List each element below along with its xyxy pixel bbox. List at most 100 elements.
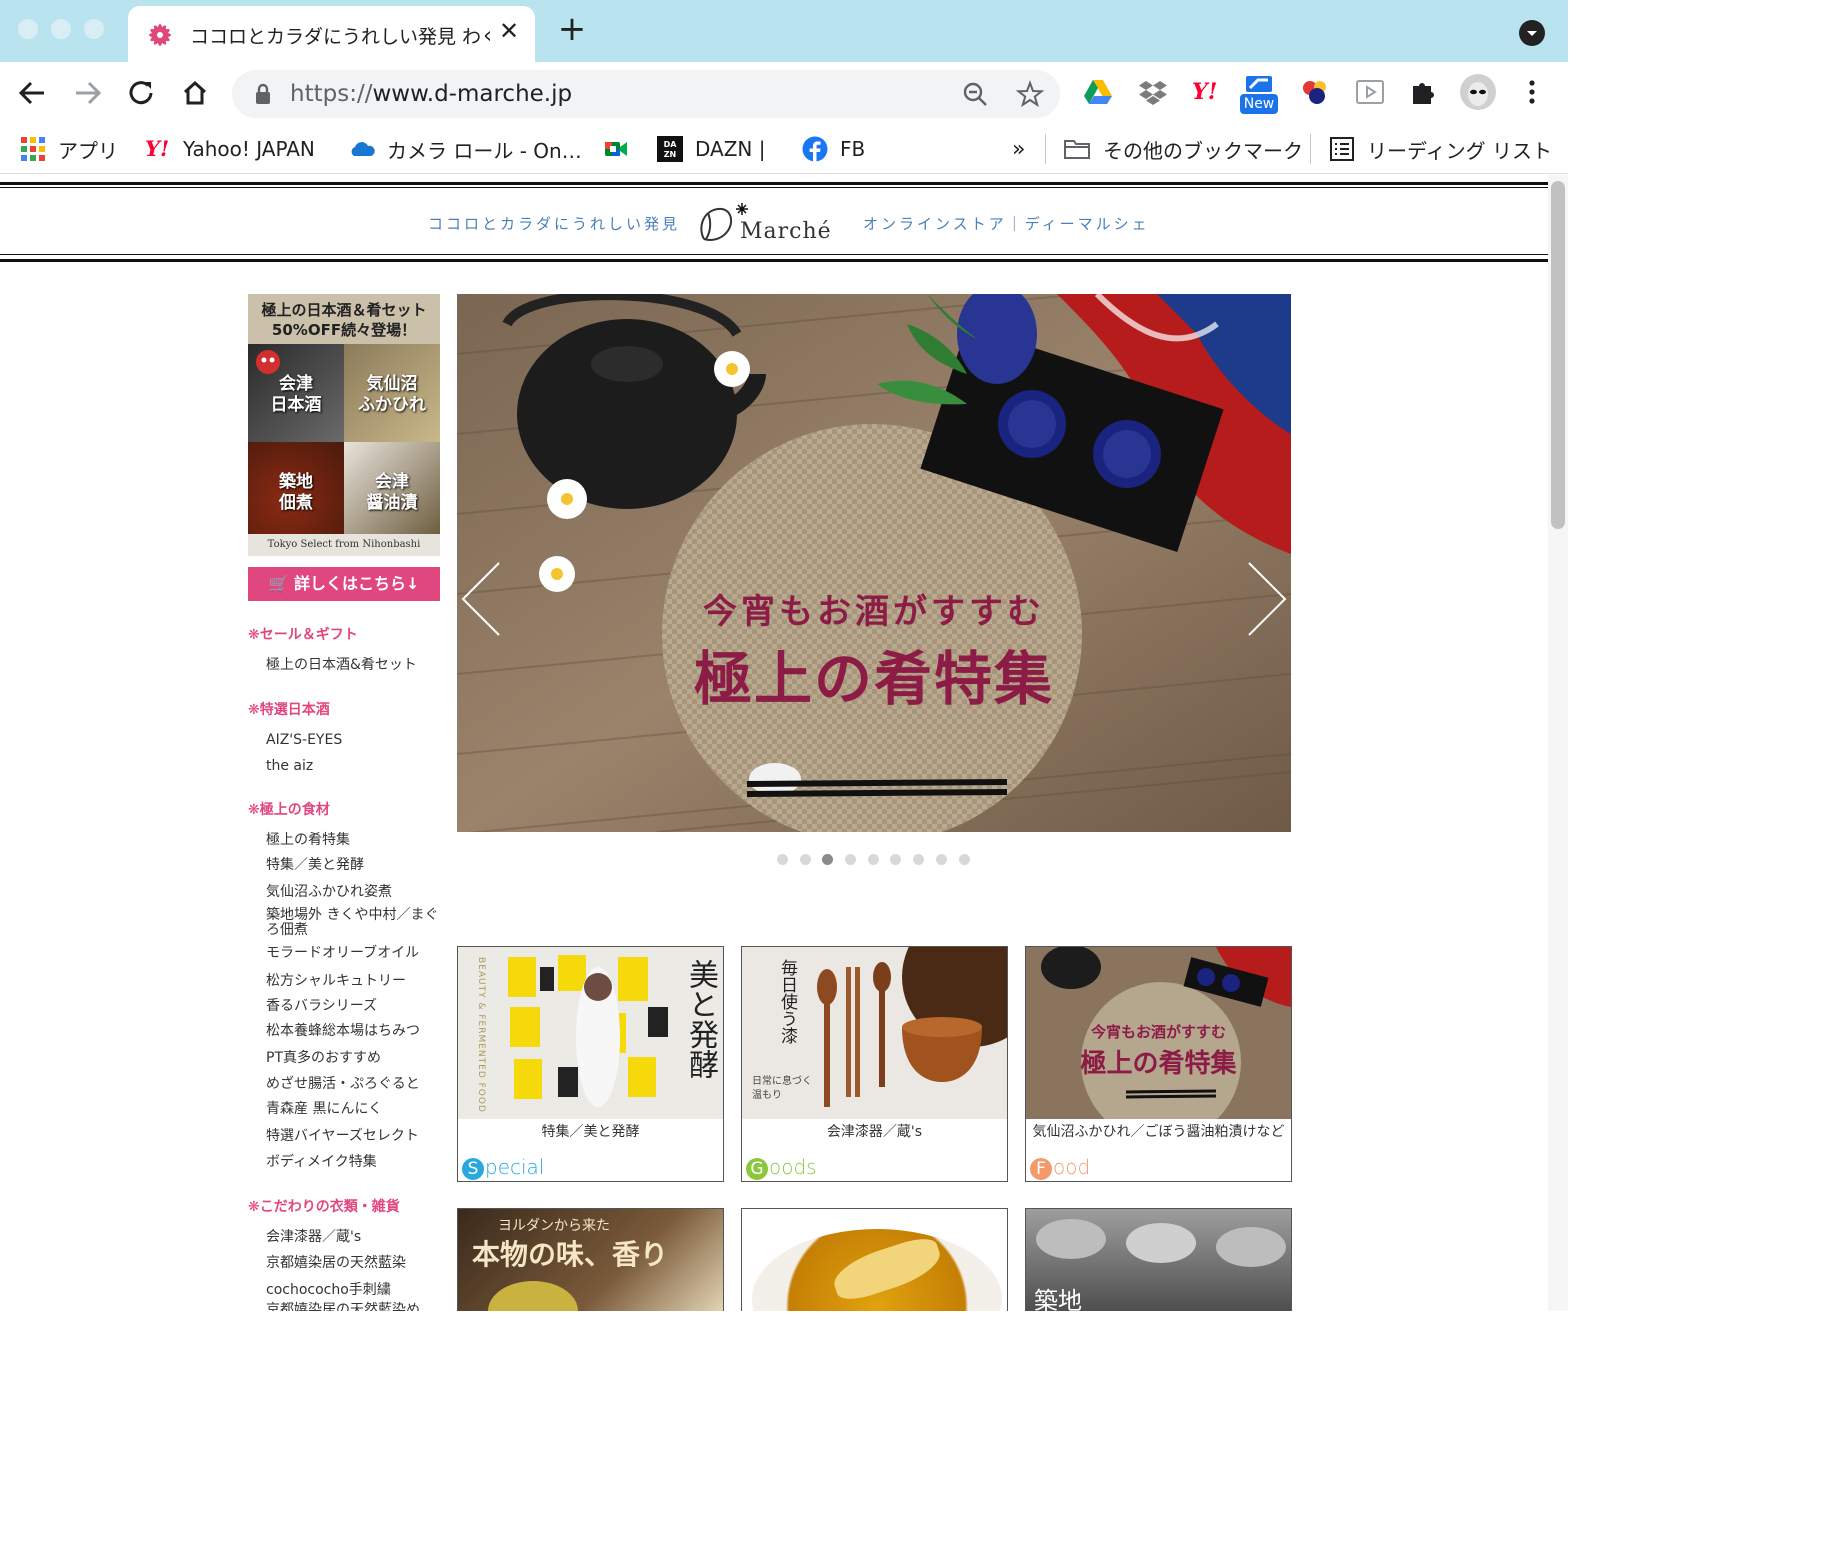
reading-list-icon	[1330, 137, 1354, 161]
star-bookmark-icon[interactable]	[1016, 80, 1044, 108]
media-player-icon[interactable]	[1354, 76, 1386, 108]
feature-card[interactable]: ヨルダンから来た 本物の味、香り	[457, 1208, 724, 1311]
new-tab-button[interactable]: +	[556, 12, 588, 46]
category-link[interactable]: 特集／美と発酵	[266, 858, 446, 873]
minimize-window-button[interactable]	[51, 19, 71, 39]
tab-strip: ココロとカラダにうれしい発見 わくわく ✕ +	[0, 0, 1568, 62]
forward-arrow-icon[interactable]	[68, 74, 106, 112]
dropbox-icon[interactable]	[1137, 76, 1169, 108]
header-rule-bottom	[0, 254, 1548, 262]
bookmarks-overflow-button[interactable]: »	[1012, 134, 1025, 164]
carousel-dot[interactable]	[845, 854, 857, 865]
carousel-dot[interactable]	[799, 854, 811, 865]
tab-search-button[interactable]	[1519, 20, 1545, 46]
hero-carousel[interactable]: 今宵もお酒がすすむ 極上の肴特集	[457, 294, 1291, 832]
category-link[interactable]: 松方シャルキュトリー	[266, 974, 446, 989]
feature-card[interactable]: 毎日使う漆 日常に息づく温もり 会津漆器／蔵's Goods	[741, 946, 1008, 1182]
apps-grid-icon	[21, 137, 45, 161]
category-heading-sale: ❋セール＆ギフト	[248, 627, 358, 643]
card-image-text: 築地	[1034, 1287, 1082, 1311]
carousel-prev-icon[interactable]	[459, 559, 503, 639]
carousel-pagination	[777, 854, 981, 865]
card-image: 今宵もお酒がすすむ 極上の肴特集	[1026, 947, 1291, 1119]
card-side-text: ヨルダンから来た	[498, 1218, 610, 1234]
reload-icon[interactable]	[122, 74, 160, 112]
bookmark-yahoo[interactable]: Y! Yahoo! JAPAN	[145, 134, 315, 164]
new-extension-icon[interactable]: New	[1240, 74, 1278, 114]
back-arrow-icon[interactable]	[14, 74, 52, 112]
card-side-text: BEAUTY & FERMENTED FOOD	[476, 957, 486, 1113]
card-image-text: 本物の味、香り	[472, 1238, 669, 1271]
extensions-puzzle-icon[interactable]	[1408, 76, 1440, 108]
category-link[interactable]: 香るバラシリーズ	[266, 999, 446, 1014]
web-page: ココロとカラダにうれしい発見 Marché オンラインストア｜ディーマルシェ 極…	[0, 175, 1548, 1311]
category-link[interactable]: ボディメイク特集	[266, 1155, 446, 1170]
bookmark-google-meet[interactable]	[603, 134, 641, 164]
carousel-dot[interactable]	[777, 854, 788, 865]
google-drive-icon[interactable]	[1082, 76, 1114, 108]
category-link[interactable]: 会津漆器／蔵's	[266, 1230, 446, 1245]
profile-avatar-icon[interactable]	[1459, 73, 1497, 111]
address-bar[interactable]: https://www.d-marche.jp	[232, 70, 1060, 118]
carousel-next-icon[interactable]	[1245, 559, 1289, 639]
color-balls-icon[interactable]	[1299, 76, 1331, 108]
url-text[interactable]: https://www.d-marche.jp	[290, 81, 572, 107]
category-link[interactable]: 築地場外 きくや中村／まぐろ佃煮	[266, 908, 446, 938]
zoom-window-button[interactable]	[84, 19, 104, 39]
category-link[interactable]: 極上の日本酒&肴セット	[266, 658, 446, 673]
close-window-button[interactable]	[18, 19, 38, 39]
carousel-dot[interactable]	[913, 854, 925, 865]
flower-favicon-icon	[149, 24, 171, 46]
category-link[interactable]: AIZ'S-EYES	[266, 733, 446, 748]
carousel-dot[interactable]	[867, 854, 879, 865]
category-link[interactable]: めざせ腸活・ぷろぐると	[266, 1077, 446, 1092]
card-category-tag: Goods	[746, 1155, 817, 1180]
bookmark-facebook[interactable]: FB	[802, 134, 865, 164]
other-bookmarks-folder[interactable]: その他のブックマーク	[1063, 134, 1303, 164]
tab-close-icon[interactable]: ✕	[496, 18, 522, 44]
dazn-icon: DA ZN	[657, 136, 683, 162]
card-category-tag: Food	[1030, 1155, 1090, 1180]
carousel-dot[interactable]	[958, 854, 970, 865]
site-logo[interactable]: Marché	[692, 199, 842, 249]
category-link[interactable]: 気仙沼ふかひれ姿煮	[266, 885, 446, 900]
yahoo-extension-icon[interactable]: Y!	[1192, 76, 1224, 108]
category-heading-goods: ❋こだわりの衣類・雑貨	[248, 1199, 400, 1215]
carousel-dot[interactable]	[890, 854, 902, 865]
category-link[interactable]: 特選バイヤーズセレクト	[266, 1129, 446, 1144]
category-link[interactable]: 青森産 黒にんにく	[266, 1102, 446, 1117]
home-icon[interactable]	[176, 74, 214, 112]
bookmark-dazn[interactable]: DA ZN DAZN |	[657, 134, 766, 164]
category-link[interactable]: PT真多のおすすめ	[266, 1051, 446, 1066]
feature-card[interactable]: 今宵もお酒がすすむ 極上の肴特集 気仙沼ふかひれ／ごぼう醤油粕漬けなど Food	[1025, 946, 1292, 1182]
bookmark-label: FB	[840, 137, 866, 161]
feature-card[interactable]: 築地	[1025, 1208, 1292, 1311]
reading-list-button[interactable]: リーディング リスト	[1329, 134, 1552, 164]
details-button[interactable]: 🛒 詳しくはこちら↓	[248, 567, 440, 601]
lock-icon[interactable]	[254, 83, 272, 105]
olive-oil-bowl	[488, 1281, 578, 1311]
feature-card[interactable]	[741, 1208, 1008, 1311]
sake-set-banner[interactable]: 極上の日本酒＆肴セット 50%OFF続々登場！ 会津 日本酒 気仙沼 ふかひれ …	[248, 294, 440, 556]
tab-title: ココロとカラダにうれしい発見 わくわく	[190, 26, 490, 48]
category-link[interactable]: cochococho手刺繍	[266, 1283, 446, 1298]
carousel-dot[interactable]	[822, 854, 834, 865]
category-link[interactable]: the aiz	[266, 759, 446, 774]
kebab-menu-icon[interactable]	[1516, 76, 1548, 108]
page-scrollbar[interactable]	[1548, 175, 1568, 1311]
bookmark-apps[interactable]: アプリ	[20, 134, 118, 164]
zoom-out-icon[interactable]	[962, 81, 988, 107]
category-link[interactable]: 極上の肴特集	[266, 833, 446, 848]
category-link[interactable]: 京都嬉染居の天然藍染	[266, 1256, 446, 1271]
feature-card[interactable]: BEAUTY & FERMENTED FOOD 美と発酵 特集／美と発酵 Spe…	[457, 946, 724, 1182]
card-caption: 気仙沼ふかひれ／ごぼう醤油粕漬けなど	[1032, 1124, 1285, 1140]
category-link[interactable]: 松本養蜂総本場はちみつ	[266, 1024, 446, 1039]
bookmark-onedrive[interactable]: カメラ ロール - On…	[349, 134, 582, 164]
card-image-text: 美と発酵	[683, 959, 718, 1079]
category-link[interactable]: モラードオリーブオイル	[266, 946, 446, 961]
card-image-text: 毎日使う漆	[777, 959, 797, 1044]
carousel-dot[interactable]	[935, 854, 947, 865]
category-link[interactable]: 京都嬉染居の天然藍染め	[266, 1303, 446, 1312]
active-tab[interactable]: ココロとカラダにうれしい発見 わくわく ✕	[128, 6, 535, 62]
scrollbar-thumb[interactable]	[1551, 181, 1565, 529]
